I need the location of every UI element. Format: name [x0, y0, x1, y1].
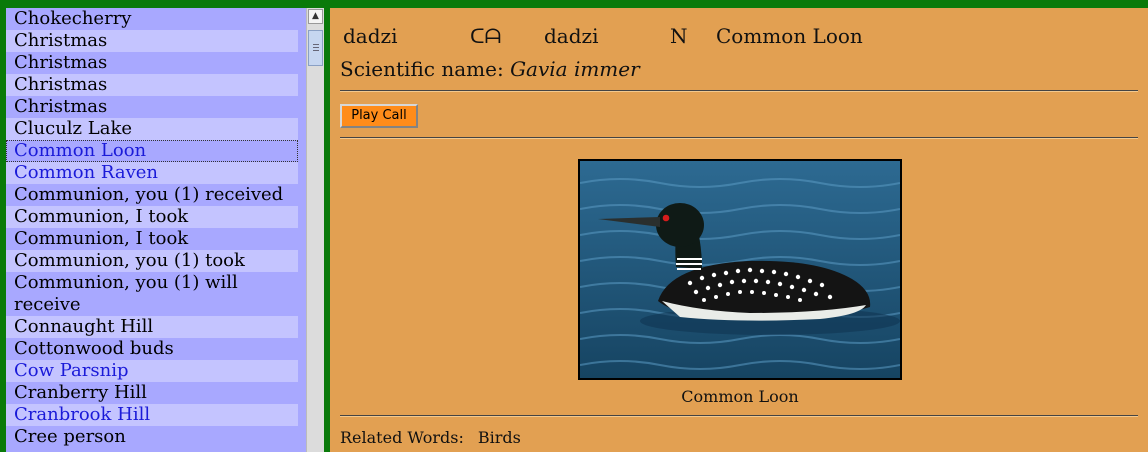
list-item[interactable]: Cranbrook Hill [6, 404, 298, 426]
list-item[interactable]: Communion, you (1) will receive [6, 272, 298, 316]
list-item[interactable]: Communion, I took [6, 228, 298, 250]
entry-panel: dadzi ᑕᗩ dadzi N Common Loon Scientific … [330, 8, 1148, 452]
word-list: Chokecherry Christmas Christmas Christmas Ch… [6, 8, 306, 448]
scientific-name: Scientific name: Gavia immer [340, 57, 640, 81]
word-roman: dadzi [544, 24, 599, 48]
list-item[interactable]: Cranberry Hill [6, 382, 298, 404]
related-words-label: Related Words: [340, 428, 464, 447]
list-item[interactable]: Communion, you (1) took [6, 250, 298, 272]
divider-rule [340, 415, 1138, 417]
list-item[interactable]: Common Raven [6, 162, 298, 184]
list-item[interactable]: Common Loon [6, 140, 298, 162]
list-item[interactable]: Christmas [6, 52, 298, 74]
list-item[interactable]: Christmas [6, 30, 298, 52]
loon-illustration-icon [580, 161, 900, 378]
part-of-speech: N [670, 24, 688, 48]
list-item[interactable]: Cluculz Lake [6, 118, 298, 140]
related-word-link[interactable]: Birds [478, 428, 521, 447]
list-item[interactable]: Cree person [6, 426, 298, 448]
related-words: Related Words: Birds [340, 428, 521, 447]
list-item[interactable]: Communion, I took [6, 206, 298, 228]
word-list-panel: Chokecherry Christmas Christmas Christmas Ch… [6, 8, 324, 452]
scientific-name-value: Gavia immer [510, 57, 640, 81]
scroll-up-arrow-icon[interactable]: ▲ [308, 9, 323, 24]
word-list-scrollbar[interactable]: ▲ [306, 8, 324, 452]
divider-rule [340, 90, 1138, 92]
photo-caption: Common Loon [681, 387, 799, 406]
english-gloss: Common Loon [716, 24, 863, 48]
word-syllabics: dadzi [343, 24, 398, 48]
common-loon-photo [578, 159, 902, 380]
list-item[interactable]: Chokecherry [6, 8, 298, 30]
list-item[interactable]: Cottonwood buds [6, 338, 298, 360]
scientific-name-label: Scientific name: [340, 57, 504, 81]
list-item[interactable]: Connaught Hill [6, 316, 298, 338]
scroll-thumb[interactable] [308, 30, 323, 66]
list-item[interactable]: Cow Parsnip [6, 360, 298, 382]
play-call-button[interactable]: Play Call [340, 104, 418, 128]
divider-rule [340, 137, 1138, 139]
list-item[interactable]: Communion, you (1) received [6, 184, 298, 206]
word-script: ᑕᗩ [470, 24, 502, 48]
list-item[interactable]: Christmas [6, 74, 298, 96]
list-item[interactable]: Christmas [6, 96, 298, 118]
